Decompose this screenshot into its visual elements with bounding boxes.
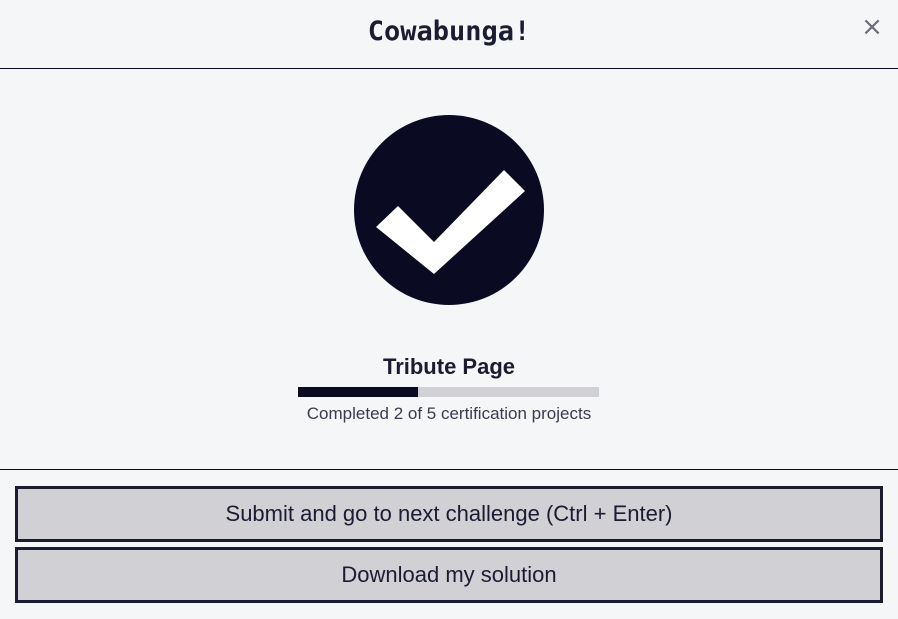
modal-header: Cowabunga! ×: [0, 0, 898, 69]
modal-body: Tribute Page Completed 2 of 5 certificat…: [0, 69, 898, 470]
progress-bar: [298, 387, 599, 397]
checkmark-circle-background: [354, 115, 544, 305]
download-solution-button[interactable]: Download my solution: [15, 547, 883, 603]
completion-modal: Cowabunga! × Tribute Page Completed 2 of…: [0, 0, 898, 619]
close-icon[interactable]: ×: [858, 12, 886, 42]
modal-title: Cowabunga!: [367, 16, 531, 47]
progress-bar-fill: [298, 387, 419, 397]
progress-text: Completed 2 of 5 certification projects: [306, 404, 592, 423]
checkmark-circle-icon: [354, 115, 544, 305]
project-title: Tribute Page: [382, 354, 516, 379]
submit-next-challenge-button[interactable]: Submit and go to next challenge (Ctrl + …: [15, 486, 883, 542]
